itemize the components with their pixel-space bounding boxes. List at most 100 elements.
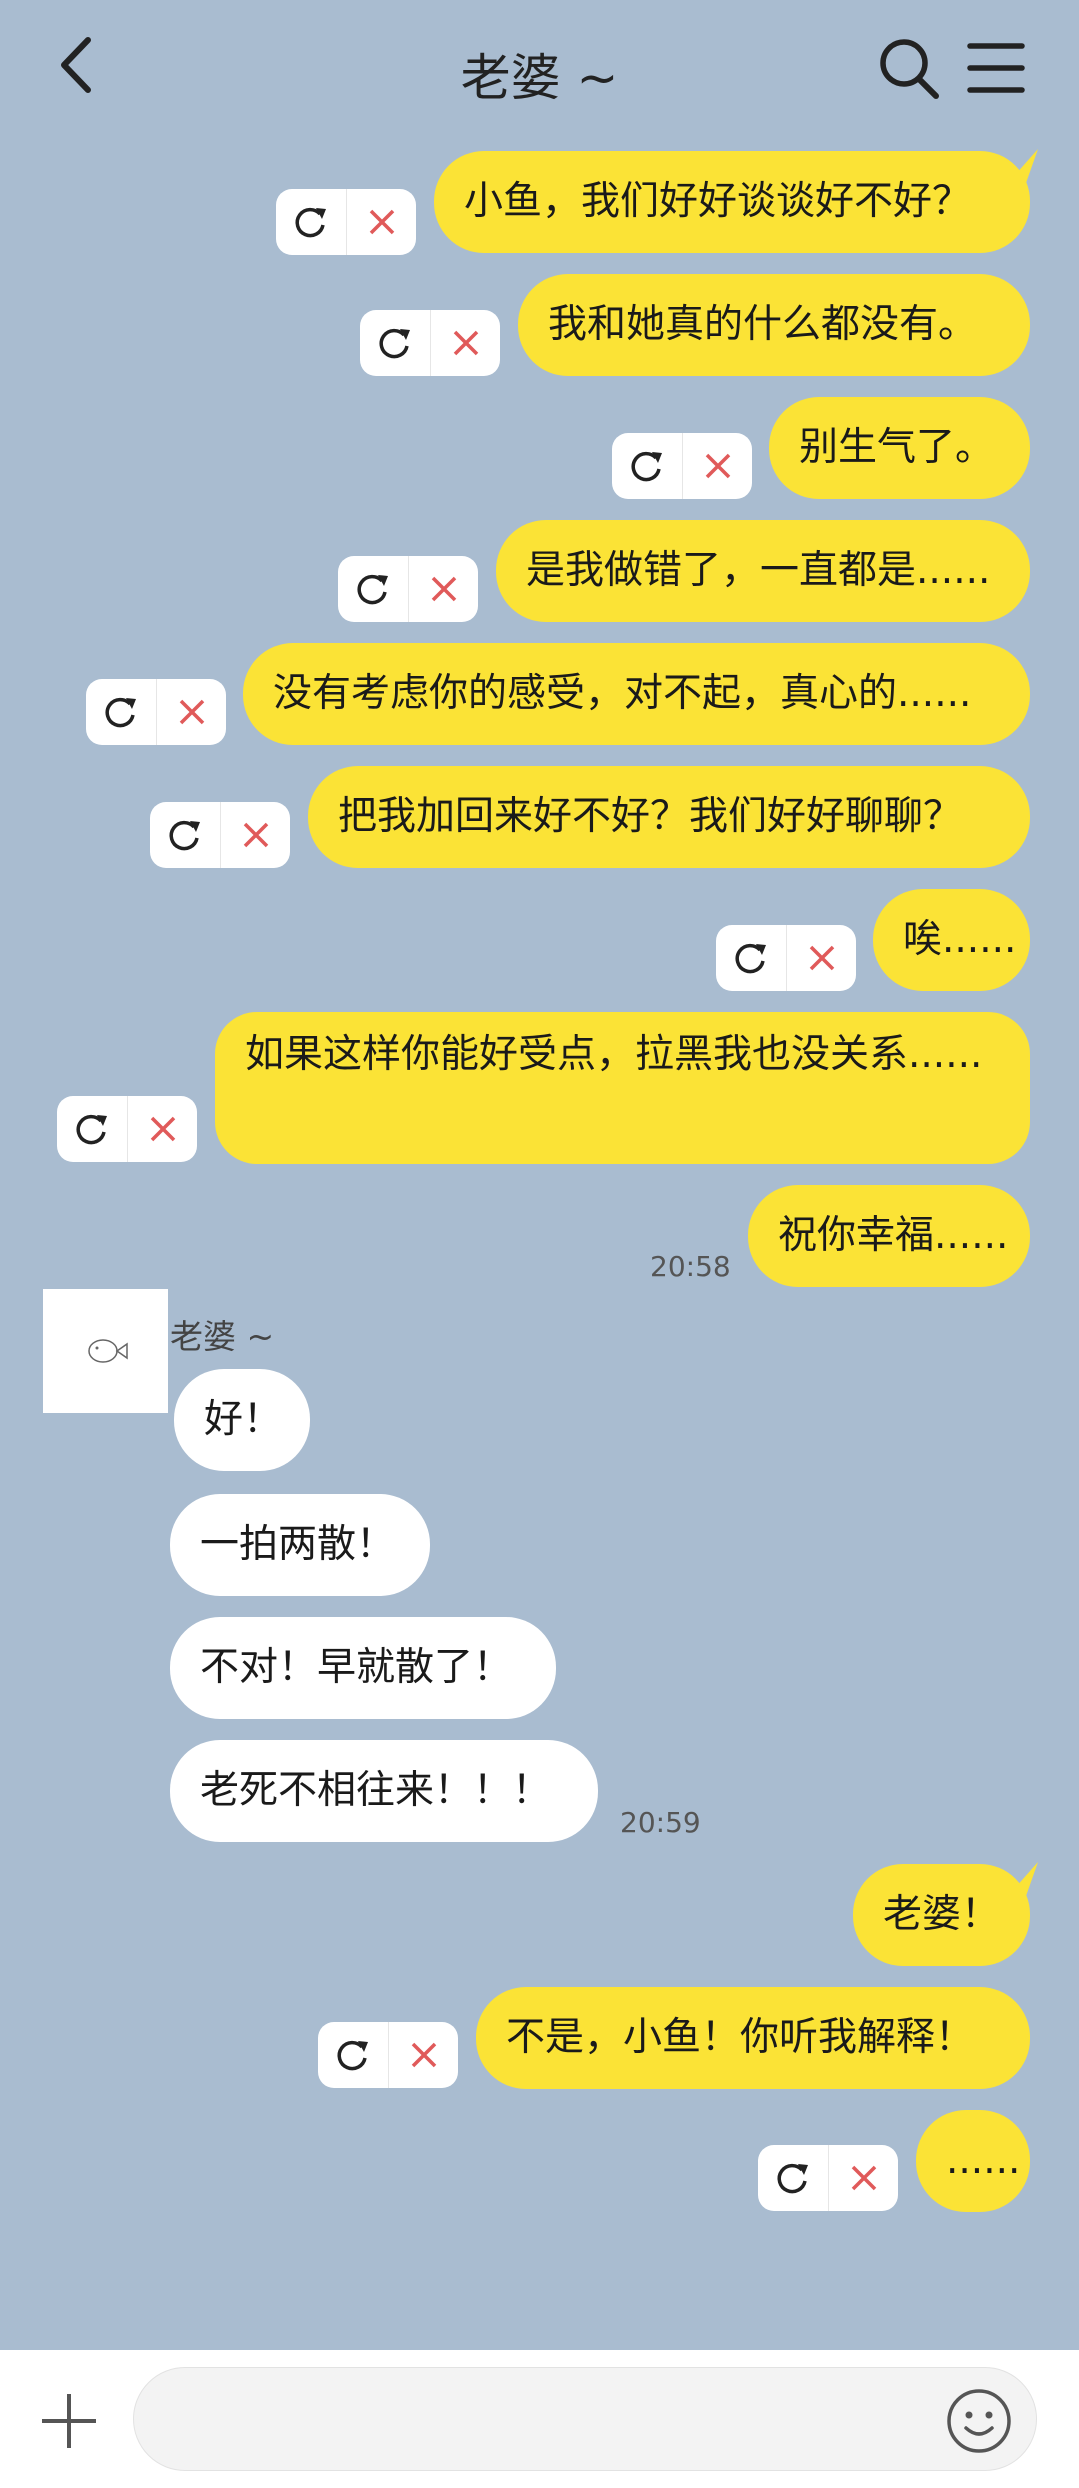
message-bubble-sent[interactable]: 不是，小鱼！你听我解释！ <box>476 1987 1030 2089</box>
send-failed-actions <box>758 2145 898 2211</box>
message-timestamp: 20:58 <box>650 1250 731 1283</box>
resend-icon <box>631 451 662 482</box>
close-icon <box>243 822 269 848</box>
resend-icon <box>735 943 766 974</box>
delete-button[interactable] <box>388 2022 459 2088</box>
message-bubble-received[interactable]: 一拍两散！ <box>170 1494 430 1596</box>
message-text: 把我加回来好不好？我们好好聊聊？ <box>338 794 963 839</box>
close-icon <box>431 576 457 602</box>
message-text: 祝你幸福...... <box>778 1213 1009 1258</box>
delete-button[interactable] <box>786 925 857 991</box>
message-text: ...... <box>946 2138 1021 2183</box>
emoji-button[interactable] <box>944 2386 1014 2456</box>
message-text: 唉...... <box>903 917 1017 962</box>
message-text: 小鱼，我们好好谈谈好不好？ <box>464 179 972 224</box>
resend-button[interactable] <box>758 2145 828 2211</box>
close-icon <box>453 330 479 356</box>
message-bubble-sent[interactable]: 老婆！ <box>853 1862 1038 1966</box>
resend-icon <box>169 820 200 851</box>
resend-button[interactable] <box>338 556 408 622</box>
delete-button[interactable] <box>346 189 417 255</box>
send-failed-actions <box>612 433 752 499</box>
send-failed-actions <box>276 189 416 255</box>
delete-button[interactable] <box>430 310 501 376</box>
close-icon <box>809 945 835 971</box>
resend-button[interactable] <box>57 1096 127 1162</box>
message-text: 老死不相往来！！！ <box>200 1768 552 1813</box>
resend-button[interactable] <box>318 2022 388 2088</box>
resend-icon <box>357 574 388 605</box>
delete-button[interactable] <box>682 433 753 499</box>
message-bubble-received[interactable]: 老死不相往来！！！ <box>170 1740 598 1842</box>
close-icon <box>150 1116 176 1142</box>
message-input[interactable] <box>133 2367 1037 2471</box>
resend-icon <box>105 697 136 728</box>
close-icon <box>411 2042 437 2068</box>
add-button[interactable] <box>38 2390 100 2452</box>
message-text: 老婆！ <box>883 1892 1001 1937</box>
smiley-icon <box>947 2389 1011 2453</box>
input-bar <box>0 2350 1079 2488</box>
message-bubble-sent[interactable]: 把我加回来好不好？我们好好聊聊？ <box>308 766 1030 868</box>
chat-header: 老婆 ~ <box>0 0 1079 140</box>
message-bubble-received[interactable]: 不对！早就散了！ <box>170 1617 556 1719</box>
close-icon <box>369 209 395 235</box>
message-bubble-sent[interactable]: 小鱼，我们好好谈谈好不好？ <box>434 149 1038 253</box>
sender-name: 老婆 ~ <box>170 1317 275 1356</box>
resend-button[interactable] <box>716 925 786 991</box>
bubble-tail <box>1008 1862 1038 1896</box>
delete-button[interactable] <box>408 556 479 622</box>
menu-icon <box>967 43 1025 93</box>
close-icon <box>851 2165 877 2191</box>
resend-button[interactable] <box>276 189 346 255</box>
send-failed-actions <box>150 802 290 868</box>
message-bubble-received[interactable]: 好！ <box>174 1369 310 1471</box>
message-text: 如果这样你能好受点，拉黑我也没关系...... <box>245 1032 983 1077</box>
message-bubble-sent[interactable]: 如果这样你能好受点，拉黑我也没关系...... <box>215 1012 1030 1164</box>
avatar[interactable] <box>43 1289 168 1413</box>
send-failed-actions <box>86 679 226 745</box>
message-bubble-sent[interactable]: 别生气了。 <box>769 397 1030 499</box>
message-bubble-sent[interactable]: 没有考虑你的感受，对不起，真心的...... <box>243 643 1030 745</box>
fish-icon <box>88 1339 128 1363</box>
message-text: 是我做错了，一直都是...... <box>526 548 991 593</box>
send-failed-actions <box>360 310 500 376</box>
search-icon <box>880 39 939 99</box>
send-failed-actions <box>338 556 478 622</box>
delete-button[interactable] <box>220 802 291 868</box>
resend-icon <box>379 328 410 359</box>
message-text: 我和她真的什么都没有。 <box>548 302 978 347</box>
menu-button[interactable] <box>966 38 1026 98</box>
message-text: 没有考虑你的感受，对不起，真心的...... <box>273 671 972 716</box>
message-text: 不对！早就散了！ <box>200 1645 513 1690</box>
search-button[interactable] <box>878 36 940 100</box>
resend-icon <box>76 1114 107 1145</box>
delete-button[interactable] <box>156 679 227 745</box>
message-text: 不是，小鱼！你听我解释！ <box>506 2015 975 2060</box>
plus-icon <box>42 2394 96 2448</box>
resend-button[interactable] <box>86 679 156 745</box>
message-bubble-sent[interactable]: ...... <box>916 2110 1030 2212</box>
resend-icon <box>337 2040 368 2071</box>
message-bubble-sent[interactable]: 祝你幸福...... <box>748 1185 1030 1287</box>
message-timestamp: 20:59 <box>620 1806 701 1839</box>
send-failed-actions <box>318 2022 458 2088</box>
resend-button[interactable] <box>612 433 682 499</box>
resend-icon <box>777 2163 808 2194</box>
message-text: 一拍两散！ <box>200 1522 396 1567</box>
message-bubble-sent[interactable]: 我和她真的什么都没有。 <box>518 274 1030 376</box>
resend-button[interactable] <box>150 802 220 868</box>
message-bubble-sent[interactable]: 是我做错了，一直都是...... <box>496 520 1030 622</box>
resend-button[interactable] <box>360 310 430 376</box>
delete-button[interactable] <box>127 1096 198 1162</box>
message-text: 别生气了。 <box>799 425 995 470</box>
bubble-tail <box>1008 149 1038 183</box>
message-bubble-sent[interactable]: 唉...... <box>873 889 1030 991</box>
delete-button[interactable] <box>828 2145 899 2211</box>
close-icon <box>705 453 731 479</box>
resend-icon <box>295 207 326 238</box>
send-failed-actions <box>57 1096 197 1162</box>
message-text: 好！ <box>204 1397 283 1442</box>
close-icon <box>179 699 205 725</box>
send-failed-actions <box>716 925 856 991</box>
